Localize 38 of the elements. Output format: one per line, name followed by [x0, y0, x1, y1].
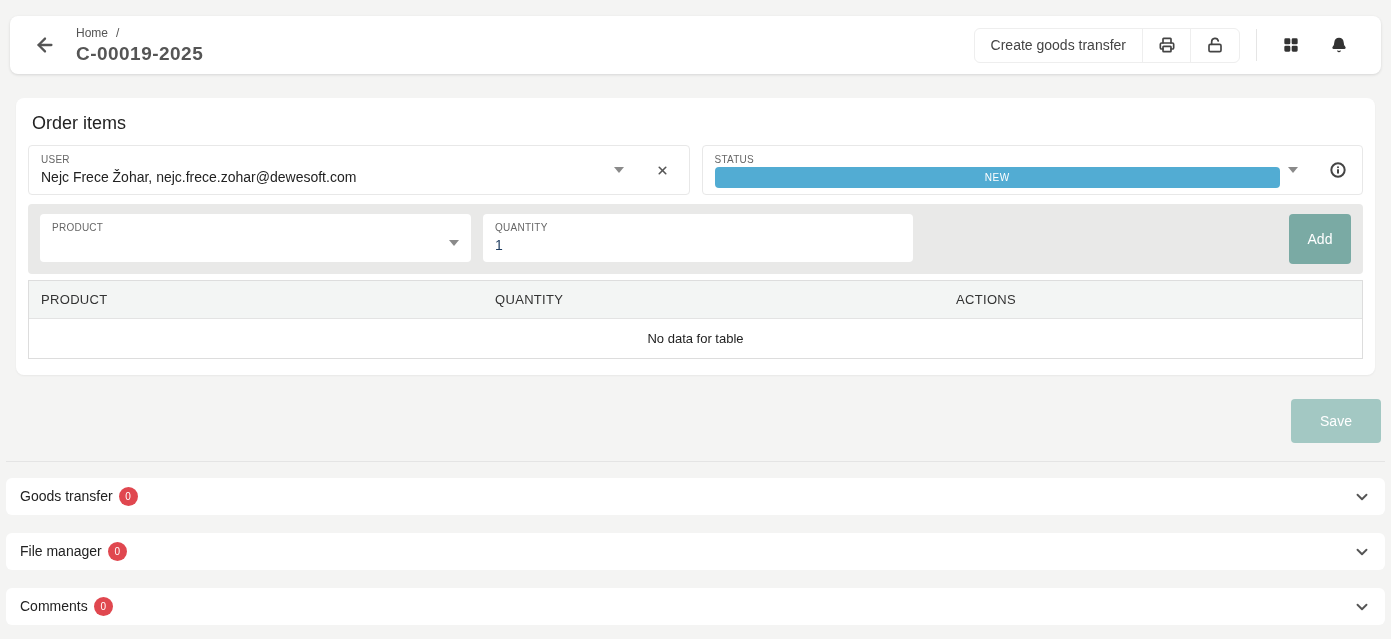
print-icon: [1158, 37, 1175, 53]
count-badge: 0: [93, 597, 113, 616]
field-value: Nejc Frece Žohar, nejc.frece.zohar@dewesoft.com: [41, 168, 358, 187]
field-label: STATUS: [714, 153, 755, 167]
status-badge: NEW: [714, 167, 1280, 188]
unlocked-padlock-icon: [1207, 37, 1223, 53]
caret-icon: [1288, 167, 1298, 173]
accordion-section[interactable]: File manager 0: [6, 533, 1385, 570]
empty-table-message: No data for table: [647, 329, 744, 348]
quantity-field[interactable]: QUANTITY 1: [483, 214, 913, 262]
caret-icon: [613, 167, 624, 173]
caret-icon: [449, 240, 459, 246]
field-value: 1: [495, 236, 504, 255]
section-title: File manager: [20, 542, 102, 561]
accordion-section[interactable]: Goods transfer 0: [6, 478, 1385, 515]
accordion-section[interactable]: Comments 0: [6, 588, 1385, 625]
grid-icon: [1283, 37, 1299, 53]
count-badge: 0: [118, 487, 138, 506]
field-label: QUANTITY: [495, 221, 549, 235]
status-select[interactable]: STATUS NEW: [701, 145, 1363, 195]
column-header: PRODUCT: [41, 290, 109, 309]
count-badge: 0: [107, 542, 127, 561]
column-header: ACTIONS: [956, 290, 1018, 309]
bell-icon: [1331, 37, 1347, 53]
product-select[interactable]: PRODUCT: [40, 214, 471, 262]
field-label: PRODUCT: [52, 221, 105, 235]
section-title: Comments: [20, 597, 88, 616]
section-title: Goods transfer: [20, 487, 113, 506]
page-title: C-00019-2025: [76, 42, 204, 66]
breadcrumb-link[interactable]: Home: [76, 24, 108, 42]
card-title: Order items: [31, 112, 128, 135]
field-label: USER: [41, 153, 71, 167]
user-select[interactable]: USER Nejc Frece Žohar, nejc.frece.zohar@dewesoft.com: [28, 145, 690, 195]
create-goods-transfer-button[interactable]: Create goods transfer: [974, 28, 1143, 62]
column-header: QUANTITY: [495, 290, 565, 309]
info-icon[interactable]: [1330, 162, 1346, 178]
clear-icon[interactable]: [655, 163, 669, 177]
breadcrumb-separator: /: [116, 25, 120, 42]
